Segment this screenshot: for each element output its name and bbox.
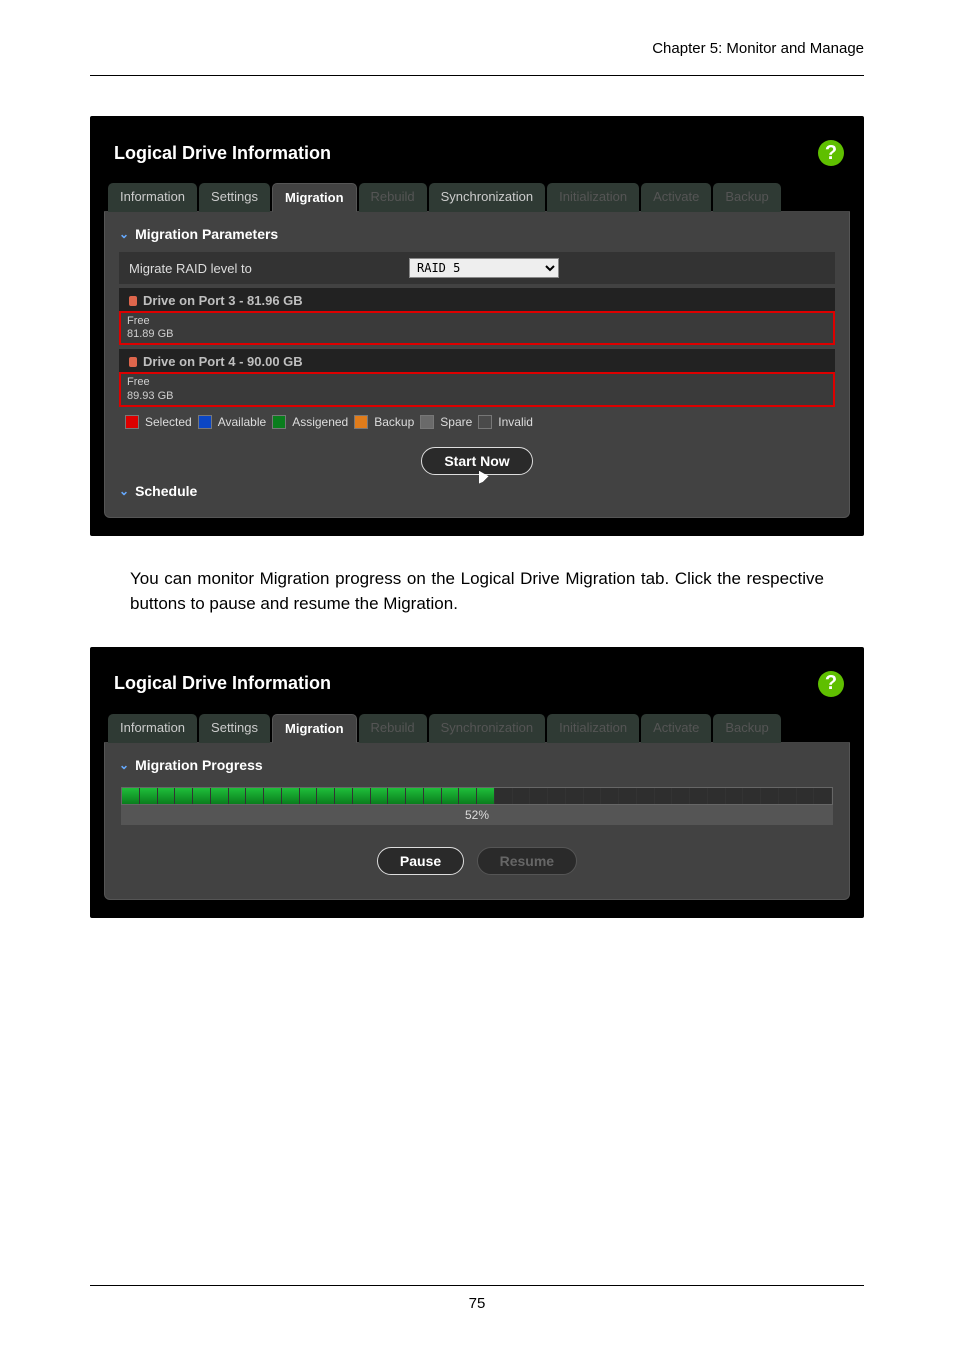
tab-backup: Backup bbox=[713, 714, 780, 743]
swatch-assigned bbox=[272, 415, 286, 429]
drive-free-label: Free bbox=[127, 315, 827, 328]
panel-migration-params: Logical Drive Information ? Information … bbox=[90, 116, 864, 536]
drive-free-size: 81.89 GB bbox=[127, 328, 827, 341]
help-icon[interactable]: ? bbox=[818, 671, 844, 697]
legend-selected: Selected bbox=[145, 415, 192, 429]
tab-activate: Activate bbox=[641, 183, 711, 212]
panel-body: ⌄ Migration Parameters Migrate RAID leve… bbox=[104, 212, 850, 518]
tab-backup: Backup bbox=[713, 183, 780, 212]
tab-initialization: Initialization bbox=[547, 183, 639, 212]
drive-bar[interactable]: Free 81.89 GB bbox=[119, 311, 835, 345]
raid-level-select[interactable]: RAID 5 bbox=[409, 258, 559, 278]
tab-rebuild: Rebuild bbox=[359, 714, 427, 743]
drive-icon bbox=[129, 296, 137, 306]
swatch-selected bbox=[125, 415, 139, 429]
swatch-backup bbox=[354, 415, 368, 429]
drive-bar[interactable]: Free 89.93 GB bbox=[119, 372, 835, 406]
pause-button[interactable]: Pause bbox=[377, 847, 464, 875]
help-icon[interactable]: ? bbox=[818, 140, 844, 166]
panel-title: Logical Drive Information bbox=[114, 673, 331, 694]
param-label: Migrate RAID level to bbox=[129, 261, 389, 276]
panel-title: Logical Drive Information bbox=[114, 143, 331, 164]
footer-rule bbox=[90, 1285, 864, 1286]
panel-migration-progress: Logical Drive Information ? Information … bbox=[90, 647, 864, 918]
tab-migration[interactable]: Migration bbox=[272, 714, 357, 743]
tab-initialization: Initialization bbox=[547, 714, 639, 743]
legend-available: Available bbox=[218, 415, 266, 429]
tab-synchronization[interactable]: Synchronization bbox=[429, 183, 546, 212]
header-rule bbox=[90, 75, 864, 76]
legend-invalid: Invalid bbox=[498, 415, 533, 429]
drive-head-label: Drive on Port 4 - 90.00 GB bbox=[143, 354, 303, 369]
body-paragraph: You can monitor Migration progress on th… bbox=[130, 566, 824, 617]
drive-icon bbox=[129, 357, 137, 367]
legend-backup: Backup bbox=[374, 415, 414, 429]
tabs: Information Settings Migration Rebuild S… bbox=[104, 713, 850, 743]
swatch-spare bbox=[420, 415, 434, 429]
progress-percent: 52% bbox=[121, 805, 833, 825]
chevron-down-icon: ⌄ bbox=[119, 484, 129, 498]
section-migration-progress[interactable]: ⌄ Migration Progress bbox=[119, 757, 835, 773]
progress-bar bbox=[121, 787, 833, 805]
tab-synchronization: Synchronization bbox=[429, 714, 546, 743]
param-row-raid-level: Migrate RAID level to RAID 5 bbox=[119, 252, 835, 284]
tab-activate: Activate bbox=[641, 714, 711, 743]
tab-migration[interactable]: Migration bbox=[272, 183, 357, 212]
section-migration-parameters[interactable]: ⌄ Migration Parameters bbox=[119, 226, 835, 242]
tab-rebuild: Rebuild bbox=[359, 183, 427, 212]
resume-button[interactable]: Resume bbox=[477, 847, 577, 875]
legend-spare: Spare bbox=[440, 415, 472, 429]
start-now-button[interactable]: Start Now bbox=[421, 447, 532, 475]
tab-information[interactable]: Information bbox=[108, 183, 197, 212]
panel-body: ⌄ Migration Progress 52% Pause Resume bbox=[104, 743, 850, 900]
chapter-header: Chapter 5: Monitor and Manage bbox=[0, 0, 954, 67]
section-schedule[interactable]: ⌄ Schedule bbox=[119, 483, 835, 499]
drive-port-4: Drive on Port 4 - 90.00 GB Free 89.93 GB bbox=[119, 349, 835, 406]
tab-settings[interactable]: Settings bbox=[199, 183, 270, 212]
legend-assigned: Assigened bbox=[292, 415, 348, 429]
drive-free-label: Free bbox=[127, 376, 827, 389]
chevron-down-icon: ⌄ bbox=[119, 758, 129, 772]
drive-head-label: Drive on Port 3 - 81.96 GB bbox=[143, 293, 303, 308]
drive-port-3: Drive on Port 3 - 81.96 GB Free 81.89 GB bbox=[119, 288, 835, 345]
chevron-down-icon: ⌄ bbox=[119, 227, 129, 241]
drive-free-size: 89.93 GB bbox=[127, 390, 827, 403]
page-number: 75 bbox=[0, 1295, 954, 1312]
swatch-available bbox=[198, 415, 212, 429]
tab-information[interactable]: Information bbox=[108, 714, 197, 743]
tabs: Information Settings Migration Rebuild S… bbox=[104, 182, 850, 212]
swatch-invalid bbox=[478, 415, 492, 429]
tab-settings[interactable]: Settings bbox=[199, 714, 270, 743]
legend: Selected Available Assigened Backup Spar… bbox=[119, 407, 835, 429]
